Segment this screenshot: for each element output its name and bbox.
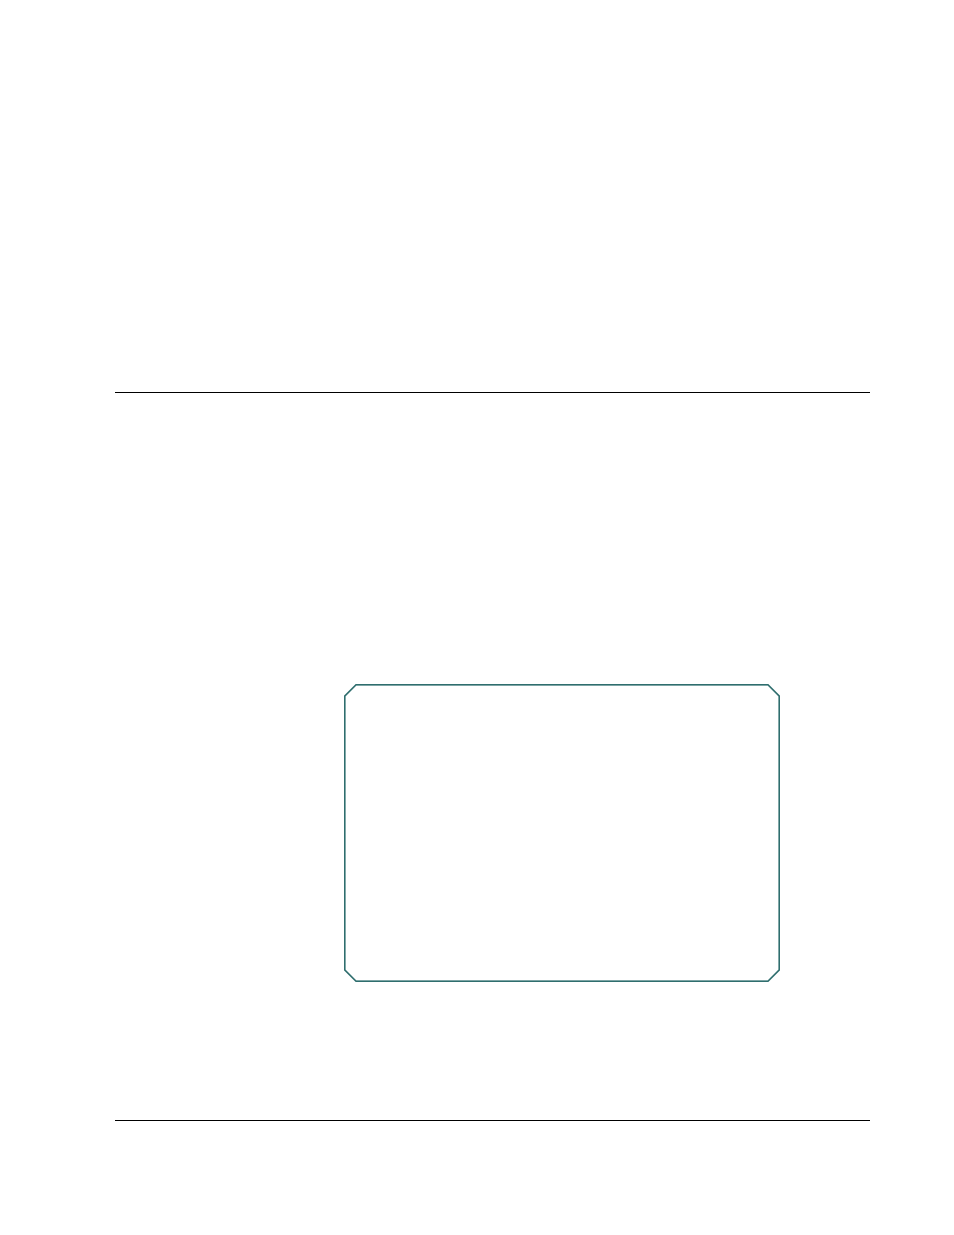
horizontal-rule-bottom — [115, 1120, 870, 1121]
horizontal-rule-top — [115, 392, 870, 393]
cut-corner-box-outline — [344, 684, 780, 982]
document-page — [0, 0, 954, 1235]
cut-corner-box — [344, 684, 780, 982]
